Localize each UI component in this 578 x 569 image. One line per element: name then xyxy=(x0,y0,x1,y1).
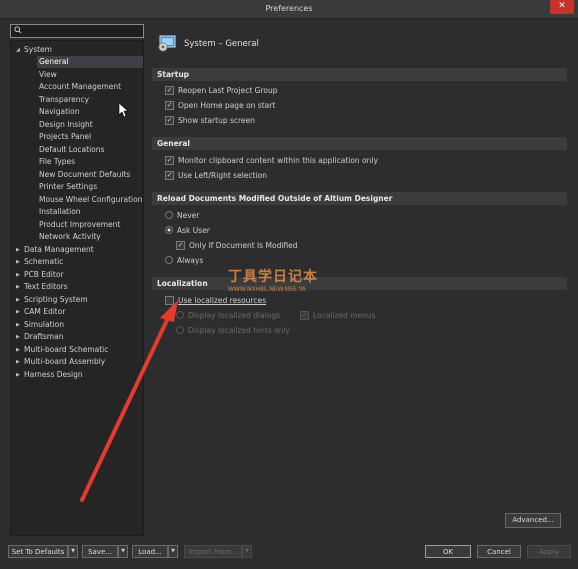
radio-always[interactable]: Always xyxy=(165,255,203,267)
left-panel: ◢ System General View Account Management … xyxy=(10,22,144,536)
tree-item-projects-panel[interactable]: Projects Panel xyxy=(39,131,91,143)
tree-item-view[interactable]: View xyxy=(39,69,57,81)
radio-button-disabled[interactable] xyxy=(176,311,184,319)
radio-button-selected[interactable] xyxy=(165,226,173,234)
set-defaults-dropdown-icon[interactable]: ▼ xyxy=(68,545,78,558)
section-startup: Startup xyxy=(152,68,567,81)
tree-item-data-management[interactable]: ▶ Data Management xyxy=(16,244,94,256)
page-title: System – General xyxy=(184,39,259,49)
search-box[interactable] xyxy=(10,24,144,38)
option-only-if-modified[interactable]: ✓ Only If Document Is Modified xyxy=(176,240,298,252)
tree-item-default-locations[interactable]: Default Locations xyxy=(39,144,104,156)
save-button[interactable]: Save... xyxy=(82,545,118,558)
tree-item-design-insight[interactable]: Design Insight xyxy=(39,119,93,131)
collapsed-arrow-icon: ▶ xyxy=(16,334,20,340)
radio-display-localized-hints[interactable]: Display localized hints only xyxy=(176,325,290,337)
collapsed-arrow-icon: ▶ xyxy=(16,284,20,290)
tree-item-new-document-defaults[interactable]: New Document Defaults xyxy=(39,169,130,181)
load-dropdown-icon[interactable]: ▼ xyxy=(168,545,178,558)
watermark-title: 丁具学日记本 xyxy=(228,269,318,285)
cancel-button[interactable]: Cancel xyxy=(477,545,521,558)
system-settings-icon xyxy=(158,35,176,52)
tree-item-mouse-wheel-configuration[interactable]: Mouse Wheel Configuration xyxy=(39,194,142,206)
tree-item-harness-design[interactable]: ▶ Harness Design xyxy=(16,369,83,381)
watermark-url: WWW.NXH8L.NEW.NEE.YA xyxy=(228,286,306,293)
save-dropdown-icon[interactable]: ▼ xyxy=(118,545,128,558)
apply-button[interactable]: Apply xyxy=(527,545,571,558)
tree-item-navigation[interactable]: Navigation xyxy=(39,106,79,118)
collapsed-arrow-icon: ▶ xyxy=(16,297,20,303)
tree-item-installation[interactable]: Installation xyxy=(39,206,81,218)
tree-item-system[interactable]: ◢ System xyxy=(16,44,52,56)
collapsed-arrow-icon: ▶ xyxy=(16,372,20,378)
load-button[interactable]: Load... xyxy=(132,545,168,558)
window-title: Preferences xyxy=(265,4,313,13)
tree-item-simulation[interactable]: ▶ Simulation xyxy=(16,319,64,331)
import-from-button[interactable]: Import From... xyxy=(184,545,242,558)
checkbox-checked[interactable]: ✓ xyxy=(165,115,174,125)
tree-item-scripting-system[interactable]: ▶ Scripting System xyxy=(16,294,88,306)
collapsed-arrow-icon: ▶ xyxy=(16,247,20,253)
option-left-right-selection[interactable]: ✓ Use Left/Right selection xyxy=(165,170,267,182)
option-open-home-page[interactable]: ✓ Open Home page on start xyxy=(165,100,275,112)
dialog-button-bar: Set To Defaults ▼ Save... ▼ Load... ▼ Im… xyxy=(0,538,578,569)
tree-item-multi-board-assembly[interactable]: ▶ Multi-board Assembly xyxy=(16,356,105,368)
import-dropdown-icon[interactable]: ▼ xyxy=(242,545,252,558)
expanded-arrow-icon: ◢ xyxy=(16,47,20,53)
checkbox-checked[interactable]: ✓ xyxy=(176,240,185,250)
checkbox-disabled[interactable]: ✓ xyxy=(300,310,309,320)
advanced-button[interactable]: Advanced... xyxy=(505,513,561,528)
tree-item-cam-editor[interactable]: ▶ CAM Editor xyxy=(16,306,65,318)
tree-item-pcb-editor[interactable]: ▶ PCB Editor xyxy=(16,269,64,281)
close-button[interactable]: ✕ xyxy=(550,0,574,14)
set-to-defaults-button[interactable]: Set To Defaults xyxy=(8,545,68,558)
radio-ask-user[interactable]: Ask User xyxy=(165,225,210,237)
radio-button[interactable] xyxy=(165,256,173,264)
preferences-tree[interactable]: ◢ System General View Account Management … xyxy=(10,40,144,536)
collapsed-arrow-icon: ▶ xyxy=(16,347,20,353)
search-input[interactable] xyxy=(25,25,137,37)
tree-item-file-types[interactable]: File Types xyxy=(39,156,75,168)
checkbox-checked[interactable]: ✓ xyxy=(165,85,174,95)
tree-item-network-activity[interactable]: Network Activity xyxy=(39,231,101,243)
option-show-startup-screen[interactable]: ✓ Show startup screen xyxy=(165,115,255,127)
tree-item-multi-board-schematic[interactable]: ▶ Multi-board Schematic xyxy=(16,344,108,356)
option-monitor-clipboard[interactable]: ✓ Monitor clipboard content within this a… xyxy=(165,155,378,167)
tree-item-draftsman[interactable]: ▶ Draftsman xyxy=(16,331,63,343)
tree-item-schematic[interactable]: ▶ Schematic xyxy=(16,256,63,268)
collapsed-arrow-icon: ▶ xyxy=(16,272,20,278)
radio-button-disabled[interactable] xyxy=(176,326,184,334)
checkbox-checked[interactable]: ✓ xyxy=(165,170,174,180)
search-icon xyxy=(14,26,22,34)
tree-item-text-editors[interactable]: ▶ Text Editors xyxy=(16,281,68,293)
section-reload-documents: Reload Documents Modified Outside of Alt… xyxy=(152,192,567,205)
radio-button[interactable] xyxy=(165,211,173,219)
checkbox-checked[interactable]: ✓ xyxy=(165,100,174,110)
checkbox-unchecked[interactable] xyxy=(165,295,174,305)
tree-item-printer-settings[interactable]: Printer Settings xyxy=(39,181,97,193)
collapsed-arrow-icon: ▶ xyxy=(16,309,20,315)
title-bar: Preferences ✕ xyxy=(0,0,578,19)
settings-panel: System – General Startup ✓ Reopen Last Pr… xyxy=(152,22,567,534)
section-general: General xyxy=(152,137,567,150)
tree-item-general[interactable]: General xyxy=(37,56,143,68)
checkbox-checked[interactable]: ✓ xyxy=(165,155,174,165)
collapsed-arrow-icon: ▶ xyxy=(16,259,20,265)
tree-item-transparency[interactable]: Transparency xyxy=(39,94,89,106)
option-localized-menus[interactable]: ✓ Localized menus xyxy=(300,310,376,322)
section-localization: Localization xyxy=(152,277,567,290)
option-reopen-last-project[interactable]: ✓ Reopen Last Project Group xyxy=(165,85,277,97)
ok-button[interactable]: OK xyxy=(425,545,471,558)
collapsed-arrow-icon: ▶ xyxy=(16,359,20,365)
radio-display-localized-dialogs[interactable]: Display localized dialogs xyxy=(176,310,280,322)
radio-never[interactable]: Never xyxy=(165,210,199,222)
collapsed-arrow-icon: ▶ xyxy=(16,322,20,328)
tree-item-account-management[interactable]: Account Management xyxy=(39,81,121,93)
site-watermark: 丁具学日记本 WWW.NXH8L.NEW.NEE.YA xyxy=(228,266,318,293)
option-use-localized-resources[interactable]: Use localized resources xyxy=(165,295,266,307)
tree-item-product-improvement[interactable]: Product Improvement xyxy=(39,219,120,231)
close-icon: ✕ xyxy=(558,1,566,11)
